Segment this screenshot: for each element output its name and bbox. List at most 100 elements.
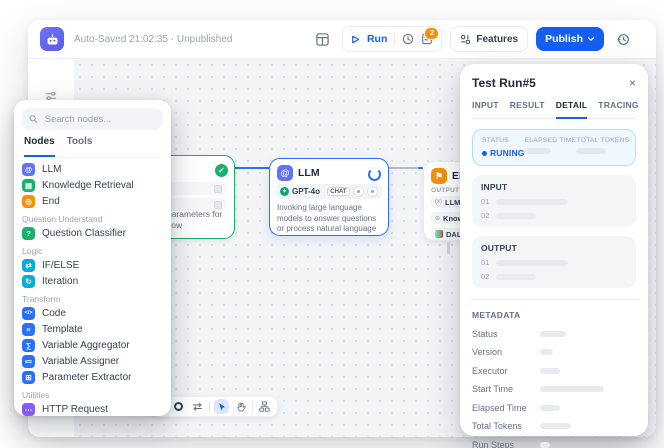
variable-aggregator-icon: ∑ bbox=[22, 339, 35, 352]
iteration-icon: ↻ bbox=[22, 275, 35, 288]
palette-item-if-else[interactable]: ⇄ IF/ELSE bbox=[14, 257, 171, 273]
palette-item-question-classifier[interactable]: ? Question Classifier bbox=[14, 225, 171, 241]
layout-grid-button[interactable] bbox=[312, 28, 334, 50]
llm-node-icon: @ bbox=[277, 165, 293, 181]
close-icon[interactable]: × bbox=[629, 77, 636, 89]
divider bbox=[470, 299, 638, 300]
history-icon bbox=[617, 33, 630, 46]
features-button[interactable]: Features bbox=[450, 26, 528, 52]
status-value: RUNING bbox=[490, 148, 525, 158]
publish-button[interactable]: Publish bbox=[536, 27, 604, 51]
section-question-understand: Question Understand bbox=[22, 214, 163, 224]
model-name: GPT-4o bbox=[292, 187, 320, 196]
status-label: STATUS bbox=[482, 137, 525, 144]
palette-item-end[interactable]: ◎ End bbox=[14, 193, 171, 209]
checklist-button[interactable]: 2 bbox=[421, 33, 433, 45]
code-icon: </> bbox=[22, 307, 35, 320]
add-note-button[interactable] bbox=[171, 399, 186, 414]
palette-item-parameter-extractor[interactable]: ⊞ Parameter Extractor bbox=[14, 369, 171, 385]
checklist-badge: 2 bbox=[424, 27, 439, 40]
test-run-panel: Test Run#5 × INPUT RESULT DETAIL TRACING… bbox=[460, 64, 648, 436]
search-box[interactable] bbox=[22, 108, 163, 130]
run-button[interactable]: Run bbox=[367, 33, 387, 45]
autosave-status: Auto-Saved 21:02:35 · Unpublished bbox=[74, 34, 232, 45]
palette-item-code[interactable]: </> Code bbox=[14, 305, 171, 321]
elapsed-time-label: ELAPSED TIME bbox=[525, 137, 577, 144]
palette-item-iteration[interactable]: ↻ Iteration bbox=[14, 273, 171, 289]
palette-item-knowledge-retrieval[interactable]: ▤ Knowledge Retrieval bbox=[14, 177, 171, 193]
parameter-extractor-icon: ⊞ bbox=[22, 371, 35, 384]
palette-item-template[interactable]: ≡ Template bbox=[14, 321, 171, 337]
metadata-title: METADATA bbox=[472, 310, 636, 320]
panel-resize-handle[interactable] bbox=[447, 242, 450, 254]
llm-node-title: LLM bbox=[298, 167, 320, 179]
pointer-mode-button[interactable] bbox=[214, 399, 229, 414]
if-else-icon: ⇄ bbox=[22, 259, 35, 272]
search-nodes-input[interactable] bbox=[43, 113, 156, 126]
run-toolbar-group: Run 2 bbox=[342, 26, 442, 52]
end-node-icon: ⚑ bbox=[431, 168, 447, 184]
app-icon[interactable] bbox=[40, 27, 64, 51]
output-label: OUTPUT bbox=[481, 243, 627, 253]
input-label: INPUT bbox=[481, 182, 627, 192]
value-skeleton bbox=[540, 442, 550, 448]
knowledge-retrieval-icon: ▤ bbox=[22, 179, 35, 192]
output-skeleton bbox=[496, 260, 568, 266]
value-skeleton bbox=[540, 368, 560, 374]
edge-start-to-llm bbox=[232, 167, 270, 169]
value-skeleton bbox=[540, 349, 553, 355]
metadata-row-executor: Executor bbox=[472, 366, 636, 376]
tab-result[interactable]: RESULT bbox=[510, 100, 545, 118]
llm-node-description: Invoking large language models to answer… bbox=[277, 203, 383, 235]
status-card: STATUS RUNING ELAPSED TIME TOTAL TOKENS bbox=[472, 129, 636, 166]
tab-tools[interactable]: Tools bbox=[67, 136, 93, 157]
palette-item-llm[interactable]: @ LLM bbox=[14, 161, 171, 177]
swap-icon bbox=[192, 401, 203, 412]
mic-icon bbox=[353, 186, 364, 197]
llm-node[interactable]: @ LLM ✦ GPT-4o CHAT Invoking large langu… bbox=[269, 158, 389, 236]
divider bbox=[394, 33, 395, 45]
palette-item-variable-aggregator[interactable]: ∑ Variable Aggregator bbox=[14, 337, 171, 353]
export-button[interactable] bbox=[190, 399, 205, 414]
question-classifier-icon: ? bbox=[22, 227, 35, 240]
divider bbox=[252, 401, 253, 413]
model-chip[interactable]: ✦ GPT-4o CHAT bbox=[276, 184, 382, 199]
screenshot-stage: Auto-Saved 21:02:35 · Unpublished Run bbox=[0, 0, 664, 448]
template-icon: ≡ bbox=[22, 323, 35, 336]
organize-blocks-button[interactable] bbox=[257, 399, 272, 414]
vision-icon bbox=[367, 186, 378, 197]
version-history-button[interactable] bbox=[612, 28, 634, 50]
tab-input[interactable]: INPUT bbox=[472, 100, 499, 118]
metadata-row-elapsed-time: Elapsed Time bbox=[472, 403, 636, 413]
elapsed-skeleton bbox=[525, 148, 551, 154]
tab-nodes[interactable]: Nodes bbox=[24, 136, 55, 157]
chat-mode-badge: CHAT bbox=[327, 187, 350, 196]
palette-item-variable-assigner[interactable]: ≔ Variable Assigner bbox=[14, 353, 171, 369]
palette-tabs: Nodes Tools bbox=[24, 136, 161, 158]
publish-label: Publish bbox=[545, 33, 583, 45]
chevron-down-icon bbox=[587, 35, 595, 43]
value-skeleton bbox=[540, 423, 571, 429]
edge-llm-to-end bbox=[387, 167, 419, 169]
header-actions: Run 2 bbox=[312, 27, 634, 51]
tab-detail[interactable]: DETAIL bbox=[556, 100, 588, 119]
output-skeleton bbox=[496, 274, 536, 280]
tab-tracing[interactable]: TRACING bbox=[598, 100, 639, 118]
circle-icon bbox=[174, 402, 183, 411]
top-header: Auto-Saved 21:02:35 · Unpublished Run bbox=[28, 20, 656, 59]
http-request-icon: ⋯ bbox=[22, 403, 35, 416]
hand-mode-button[interactable] bbox=[233, 399, 248, 414]
palette-item-http-request[interactable]: ⋯ HTTP Request bbox=[14, 401, 171, 416]
clock-icon bbox=[402, 33, 414, 45]
section-utilities: Utilities bbox=[22, 390, 163, 400]
metadata-row-run-steps: Run Steps bbox=[472, 440, 636, 448]
run-panel-title: Test Run#5 bbox=[472, 76, 536, 90]
field-icon bbox=[214, 185, 222, 193]
tokens-skeleton bbox=[576, 148, 606, 154]
palette-list: @ LLM ▤ Knowledge Retrieval ◎ End Questi… bbox=[14, 161, 171, 416]
input-skeleton bbox=[496, 213, 536, 219]
model-provider-icon: ✦ bbox=[280, 187, 289, 196]
history-run-button[interactable] bbox=[402, 33, 414, 45]
hand-icon bbox=[236, 402, 246, 412]
running-spinner-icon bbox=[368, 168, 381, 181]
